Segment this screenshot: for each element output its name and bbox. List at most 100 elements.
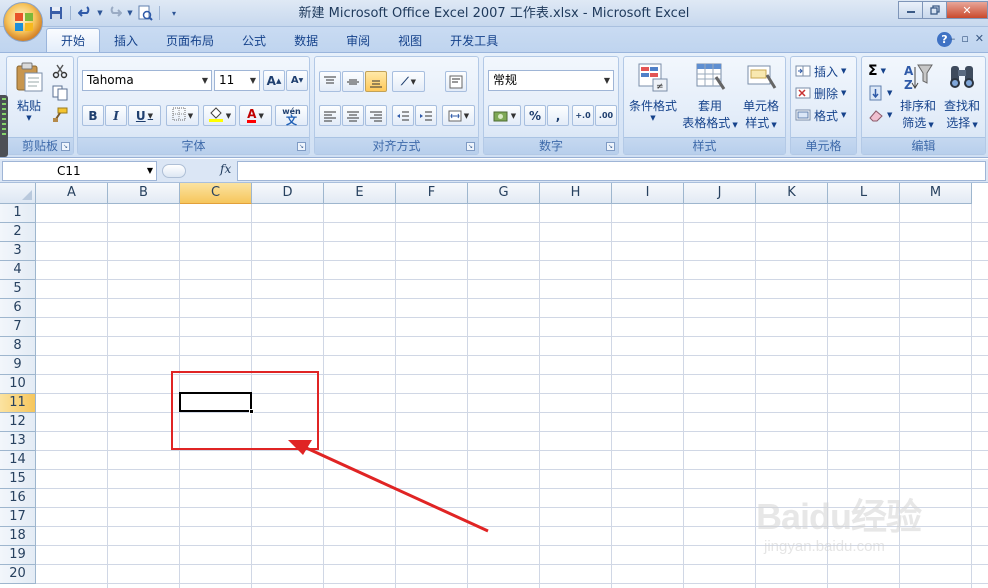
autosum-button[interactable]: Σ ▼	[868, 61, 886, 81]
row-header[interactable]: 12	[0, 413, 36, 432]
font-name-combo[interactable]: Tahoma ▼	[82, 70, 212, 91]
restore-button[interactable]	[922, 1, 947, 19]
row-header[interactable]: 20	[0, 565, 36, 584]
formula-bar-resize-handle[interactable]	[162, 164, 186, 178]
column-header[interactable]: D	[252, 183, 324, 204]
tab-formulas[interactable]: 公式	[228, 30, 280, 53]
row-header[interactable]: 1	[0, 204, 36, 223]
accounting-format-button[interactable]: ▼	[488, 105, 521, 126]
bottom-align-button[interactable]	[365, 71, 387, 92]
row-header[interactable]: 4	[0, 261, 36, 280]
row-header[interactable]: 2	[0, 223, 36, 242]
delete-cells-button[interactable]: 删除 ▼	[795, 83, 846, 103]
workbook-restore-icon[interactable]: ▫	[961, 32, 968, 45]
row-header[interactable]: 14	[0, 451, 36, 470]
tab-view[interactable]: 视图	[384, 30, 436, 53]
row-header[interactable]: 9	[0, 356, 36, 375]
clipboard-launcher-icon[interactable]: ↘	[61, 142, 70, 151]
tab-review[interactable]: 审阅	[332, 30, 384, 53]
increase-decimal-button[interactable]: +.0	[572, 105, 594, 126]
top-align-button[interactable]	[319, 71, 341, 92]
row-header[interactable]: 19	[0, 546, 36, 565]
column-header[interactable]: L	[828, 183, 900, 204]
workbook-close-icon[interactable]: ✕	[975, 32, 984, 45]
clear-button[interactable]: ▼	[868, 105, 892, 125]
row-header[interactable]: 16	[0, 489, 36, 508]
row-header[interactable]: 6	[0, 299, 36, 318]
name-box[interactable]: C11 ▼	[2, 161, 157, 181]
row-header[interactable]: 17	[0, 508, 36, 527]
column-header[interactable]: J	[684, 183, 756, 204]
fill-button[interactable]: ▼	[868, 83, 892, 103]
wrap-text-button[interactable]	[445, 71, 467, 92]
office-button[interactable]	[3, 2, 43, 42]
alignment-launcher-icon[interactable]: ↘	[466, 142, 475, 151]
font-launcher-icon[interactable]: ↘	[297, 142, 306, 151]
comma-button[interactable]: ,	[547, 105, 569, 126]
sort-filter-button[interactable]: AZ 排序和 筛选 ▼	[896, 61, 940, 131]
grow-font-button[interactable]: A ▲	[263, 70, 285, 91]
column-header[interactable]: K	[756, 183, 828, 204]
column-header[interactable]: F	[396, 183, 468, 204]
phonetic-button[interactable]: wén 文	[275, 105, 308, 126]
format-as-table-button[interactable]: 套用 表格格式 ▼	[682, 61, 738, 131]
row-header[interactable]: 11	[0, 394, 36, 413]
workbook-minimize-icon[interactable]: –	[950, 32, 956, 45]
select-all-button[interactable]	[0, 183, 36, 204]
column-header[interactable]: C	[180, 183, 252, 204]
tab-developer[interactable]: 开发工具	[436, 30, 512, 53]
increase-indent-button[interactable]	[415, 105, 437, 126]
percent-button[interactable]: %	[524, 105, 546, 126]
format-cells-button[interactable]: 格式 ▼	[795, 105, 846, 125]
close-button[interactable]: ✕	[946, 1, 988, 19]
font-size-combo[interactable]: 11 ▼	[214, 70, 260, 91]
bold-button[interactable]: B	[82, 105, 104, 126]
tab-home[interactable]: 开始	[46, 28, 101, 53]
number-launcher-icon[interactable]: ↘	[606, 142, 615, 151]
merge-center-button[interactable]: ▼	[442, 105, 475, 126]
formula-input[interactable]	[237, 161, 986, 181]
copy-button[interactable]	[52, 83, 68, 103]
cut-button[interactable]	[52, 61, 68, 81]
row-header[interactable]: 13	[0, 432, 36, 451]
paste-button[interactable]: 粘贴 ▼	[10, 61, 48, 122]
decrease-decimal-button[interactable]: .00	[595, 105, 617, 126]
orientation-button[interactable]: ⟋ ▼	[392, 71, 425, 92]
worksheet-grid[interactable]: A B C D E F G H I J K L M 1 2 3 4 5 6 7 8 9 10 11 12 13 14 15 16 17 18…	[0, 183, 988, 588]
minimize-button[interactable]	[898, 1, 923, 19]
borders-button[interactable]: ▼	[166, 105, 199, 126]
decrease-indent-button[interactable]	[392, 105, 414, 126]
row-header[interactable]: 18	[0, 527, 36, 546]
row-header[interactable]: 3	[0, 242, 36, 261]
shrink-font-button[interactable]: A ▼	[286, 70, 308, 91]
chevron-down-icon[interactable]: ▼	[147, 162, 153, 180]
conditional-formatting-button[interactable]: ≠ 条件格式 ▼	[626, 61, 680, 122]
underline-button[interactable]: U ▼	[128, 105, 161, 126]
number-format-combo[interactable]: 常规 ▼	[488, 70, 614, 91]
tab-page-layout[interactable]: 页面布局	[152, 30, 228, 53]
column-header[interactable]: I	[612, 183, 684, 204]
find-select-button[interactable]: 查找和 选择 ▼	[940, 61, 984, 131]
font-color-button[interactable]: A ▼	[239, 105, 272, 126]
tab-data[interactable]: 数据	[280, 30, 332, 53]
column-header[interactable]: H	[540, 183, 612, 204]
column-header[interactable]: E	[324, 183, 396, 204]
row-header[interactable]: 15	[0, 470, 36, 489]
column-header[interactable]: B	[108, 183, 180, 204]
column-header[interactable]: M	[900, 183, 972, 204]
row-header[interactable]: 10	[0, 375, 36, 394]
tab-insert[interactable]: 插入	[100, 30, 152, 53]
align-center-button[interactable]	[342, 105, 364, 126]
align-right-button[interactable]	[365, 105, 387, 126]
insert-function-button[interactable]: fx	[220, 162, 231, 176]
row-header[interactable]: 5	[0, 280, 36, 299]
align-left-button[interactable]	[319, 105, 341, 126]
row-header[interactable]: 7	[0, 318, 36, 337]
fill-color-button[interactable]: ▼	[203, 105, 236, 126]
column-header[interactable]: G	[468, 183, 540, 204]
format-painter-button[interactable]	[52, 105, 68, 125]
insert-cells-button[interactable]: 插入 ▼	[795, 61, 846, 81]
column-header[interactable]: A	[36, 183, 108, 204]
row-header[interactable]: 8	[0, 337, 36, 356]
cell-styles-button[interactable]: 单元格 样式 ▼	[738, 61, 784, 131]
